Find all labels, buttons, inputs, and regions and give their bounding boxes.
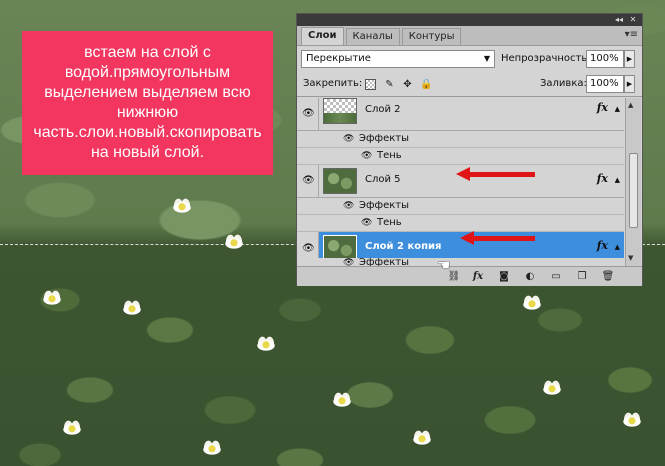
layer-thumbnail: [323, 98, 357, 124]
lock-all-icon[interactable]: 🔒: [420, 79, 432, 90]
water-lily: [60, 420, 84, 436]
water-lily: [540, 380, 564, 396]
tutorial-note: встаем на слой с водой.прямоугольным выд…: [22, 31, 273, 175]
water-lily: [520, 295, 544, 311]
opacity-slider-icon[interactable]: ▶: [624, 50, 635, 68]
effect-label: Тень: [377, 150, 402, 161]
close-icon[interactable]: ✕: [628, 15, 638, 24]
lock-label: Закрепить:: [303, 78, 363, 89]
eye-icon[interactable]: 👁: [361, 151, 372, 161]
trash-icon[interactable]: 🗑: [601, 270, 615, 283]
opacity-input[interactable]: 100%: [586, 50, 624, 68]
eye-icon[interactable]: 👁: [361, 218, 372, 228]
scroll-thumb[interactable]: [629, 153, 638, 228]
water-lily: [40, 290, 64, 306]
eye-icon: 👁: [302, 242, 315, 254]
collapse-icon[interactable]: ◂◂: [614, 15, 624, 24]
panel-titlebar[interactable]: ◂◂ ✕: [297, 14, 642, 26]
eye-icon[interactable]: 👁: [343, 258, 354, 266]
effect-row[interactable]: 👁 Тень: [297, 215, 624, 232]
effects-row[interactable]: 👁 Эффекты: [297, 131, 624, 148]
lock-row: Закрепить: ✎ ✥ 🔒 Заливка: 100% ▶: [297, 72, 642, 97]
new-layer-icon[interactable]: ❐: [575, 270, 589, 283]
expand-effects-icon[interactable]: ▲: [615, 176, 620, 184]
water-lily: [254, 336, 278, 352]
tab-paths[interactable]: Контуры: [401, 28, 462, 45]
blend-mode-value: Перекрытие: [306, 53, 371, 64]
layers-toolbar: ⛓ fx ◙ ◐ ▭ ❐ 🗑: [297, 266, 642, 286]
eye-icon[interactable]: 👁: [343, 134, 354, 144]
visibility-toggle[interactable]: 👁: [297, 98, 319, 130]
layers-panel: ◂◂ ✕ Слои Каналы Контуры ▾≡ Перекрытие ▼…: [296, 13, 643, 286]
hand-cursor-icon: ☚: [437, 256, 451, 274]
effects-row[interactable]: 👁 Эффекты: [297, 198, 624, 215]
panel-menu-icon[interactable]: ▾≡: [625, 29, 638, 40]
opacity-label: Непрозрачность:: [501, 53, 591, 64]
water-lily: [200, 440, 224, 456]
group-icon[interactable]: ▭: [549, 270, 563, 283]
effect-row[interactable]: 👁 Тень: [297, 148, 624, 165]
eye-icon[interactable]: 👁: [343, 201, 354, 211]
lock-pixels-icon[interactable]: ✎: [384, 79, 395, 90]
layers-scrollbar[interactable]: ▲ ▼: [625, 98, 641, 266]
adjustment-icon[interactable]: ◐: [523, 270, 537, 283]
expand-effects-icon[interactable]: ▲: [615, 243, 620, 251]
layer-thumbnail: [323, 168, 357, 194]
eye-icon: 👁: [302, 175, 315, 186]
effect-label: Тень: [377, 217, 402, 228]
fx-icon[interactable]: fx: [597, 101, 608, 114]
blend-mode-select[interactable]: Перекрытие ▼: [301, 50, 495, 68]
tutorial-note-text: встаем на слой с водой.прямоугольным выд…: [33, 44, 262, 161]
effects-label: Эффекты: [359, 257, 409, 266]
water-lily: [330, 392, 354, 408]
lock-transparency-icon[interactable]: [365, 79, 376, 90]
water-lily: [170, 198, 194, 214]
effects-row[interactable]: 👁 Эффекты: [297, 257, 624, 266]
mask-icon[interactable]: ◙: [497, 270, 511, 283]
water-lily: [620, 412, 644, 428]
panel-tabs: Слои Каналы Контуры ▾≡: [297, 26, 642, 46]
water-lily: [120, 300, 144, 316]
red-arrow: [456, 167, 535, 181]
red-arrow: [460, 231, 535, 245]
tab-channels[interactable]: Каналы: [345, 28, 400, 45]
fx-icon[interactable]: fx: [597, 239, 608, 252]
water-lily: [222, 234, 246, 250]
lock-position-icon[interactable]: ✥: [402, 79, 413, 90]
layer-name[interactable]: Слой 5: [365, 174, 401, 185]
blend-row: Перекрытие ▼ Непрозрачность: 100% ▶: [297, 46, 642, 72]
visibility-toggle[interactable]: 👁: [297, 165, 319, 197]
fx-icon[interactable]: fx: [471, 270, 485, 283]
scroll-down-icon[interactable]: ▼: [628, 254, 633, 262]
fill-slider-icon[interactable]: ▶: [624, 75, 635, 93]
water-lily: [410, 430, 434, 446]
fx-icon[interactable]: fx: [597, 172, 608, 185]
layer-name[interactable]: Слой 2 копия: [365, 241, 441, 252]
scroll-up-icon[interactable]: ▲: [628, 101, 633, 109]
eye-icon: 👁: [302, 108, 315, 119]
layer-row[interactable]: 👁 Слой 2 fx ▲: [297, 98, 624, 131]
effects-label: Эффекты: [359, 200, 409, 211]
tab-layers[interactable]: Слои: [301, 27, 344, 45]
fill-label: Заливка:: [540, 78, 587, 89]
layer-name[interactable]: Слой 2: [365, 104, 401, 115]
expand-effects-icon[interactable]: ▲: [615, 105, 620, 113]
effects-label: Эффекты: [359, 133, 409, 144]
fill-input[interactable]: 100%: [586, 75, 624, 93]
chevron-down-icon: ▼: [483, 54, 490, 63]
